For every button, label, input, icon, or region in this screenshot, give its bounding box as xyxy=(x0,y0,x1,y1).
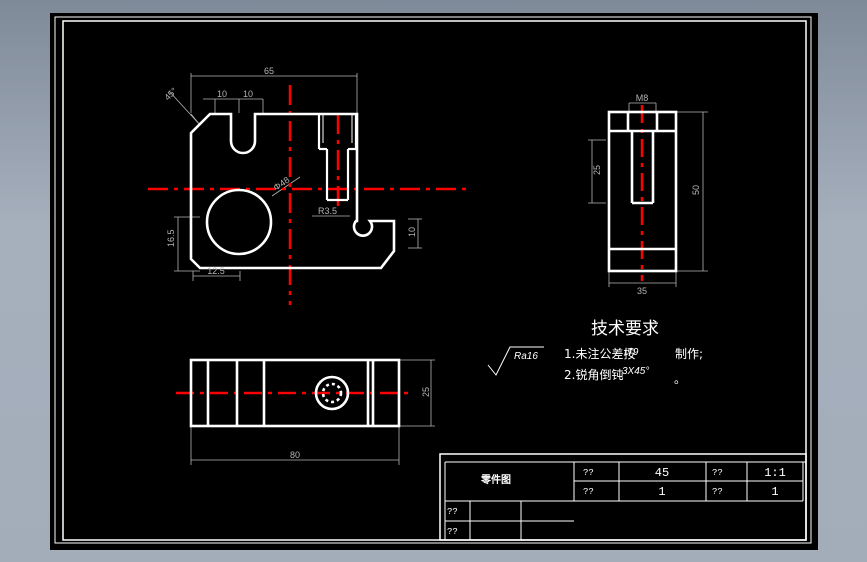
dim-front-width: 65 xyxy=(264,66,274,76)
tb-sheet-value: 1 xyxy=(771,485,778,499)
note-item-2-suffix: 。 xyxy=(674,372,686,386)
tb-label-qty: ?? xyxy=(583,487,594,497)
note-item-2-std: 3X45° xyxy=(622,366,649,377)
front-view: 65 45° 10 10 Φ48 16.5 12.5 R3.5 10 xyxy=(148,66,470,305)
front-outline xyxy=(189,112,396,270)
dim-side-width: 35 xyxy=(637,286,647,296)
tb-part-name: 零件图 xyxy=(480,473,511,486)
drawing-canvas[interactable]: 65 45° 10 10 Φ48 16.5 12.5 R3.5 10 M8 25… xyxy=(50,13,818,550)
dim-top-height: 25 xyxy=(421,387,431,397)
tb-label-scale: ?? xyxy=(712,468,723,478)
front-bore-circle xyxy=(205,188,273,256)
roughness-value: Ra16 xyxy=(514,351,538,362)
tb-scale-value: 1:1 xyxy=(764,466,786,480)
dim-front-slot-a: 10 xyxy=(217,89,227,99)
top-view: 80 25 xyxy=(176,358,435,465)
dim-front-notch: 10 xyxy=(407,227,417,237)
note-item-1-std: IT9 xyxy=(624,347,639,358)
tb-material-value: 45 xyxy=(655,466,669,480)
notes-title: 技术要求 xyxy=(591,319,659,339)
tb-label-checker: ?? xyxy=(447,527,458,537)
front-centerlines xyxy=(148,85,470,305)
front-dimension-lines xyxy=(168,73,422,281)
technical-notes: 技术要求 Ra16 1.未注公差按 IT9 制作; 2.锐角倒钝 3X45° 。 xyxy=(487,319,703,386)
cad-drawing: 65 45° 10 10 Φ48 16.5 12.5 R3.5 10 M8 25… xyxy=(54,16,812,544)
dim-front-radius: R3.5 xyxy=(318,206,337,216)
dim-front-slot-b: 10 xyxy=(243,89,253,99)
tb-label-sheet: ?? xyxy=(712,487,723,497)
dim-front-bottom: 12.5 xyxy=(207,266,225,276)
dim-side-top: M8 xyxy=(636,93,649,103)
note-item-2-prefix: 2.锐角倒钝 xyxy=(564,368,623,382)
side-view: M8 25 50 35 xyxy=(588,93,708,296)
title-block: 零件图 ?? 45 ?? 1:1 ?? 1 ?? 1 ?? ?? xyxy=(439,453,807,541)
note-item-1-suffix: 制作; xyxy=(675,347,703,361)
dim-top-width: 80 xyxy=(290,450,300,460)
tb-label-material: ?? xyxy=(583,468,594,478)
tb-qty-value: 1 xyxy=(658,485,665,499)
dim-side-slot-height: 25 xyxy=(592,165,602,175)
tb-label-designer: ?? xyxy=(447,507,458,517)
dim-front-height-left: 16.5 xyxy=(166,229,176,247)
dim-side-height: 50 xyxy=(691,185,701,195)
